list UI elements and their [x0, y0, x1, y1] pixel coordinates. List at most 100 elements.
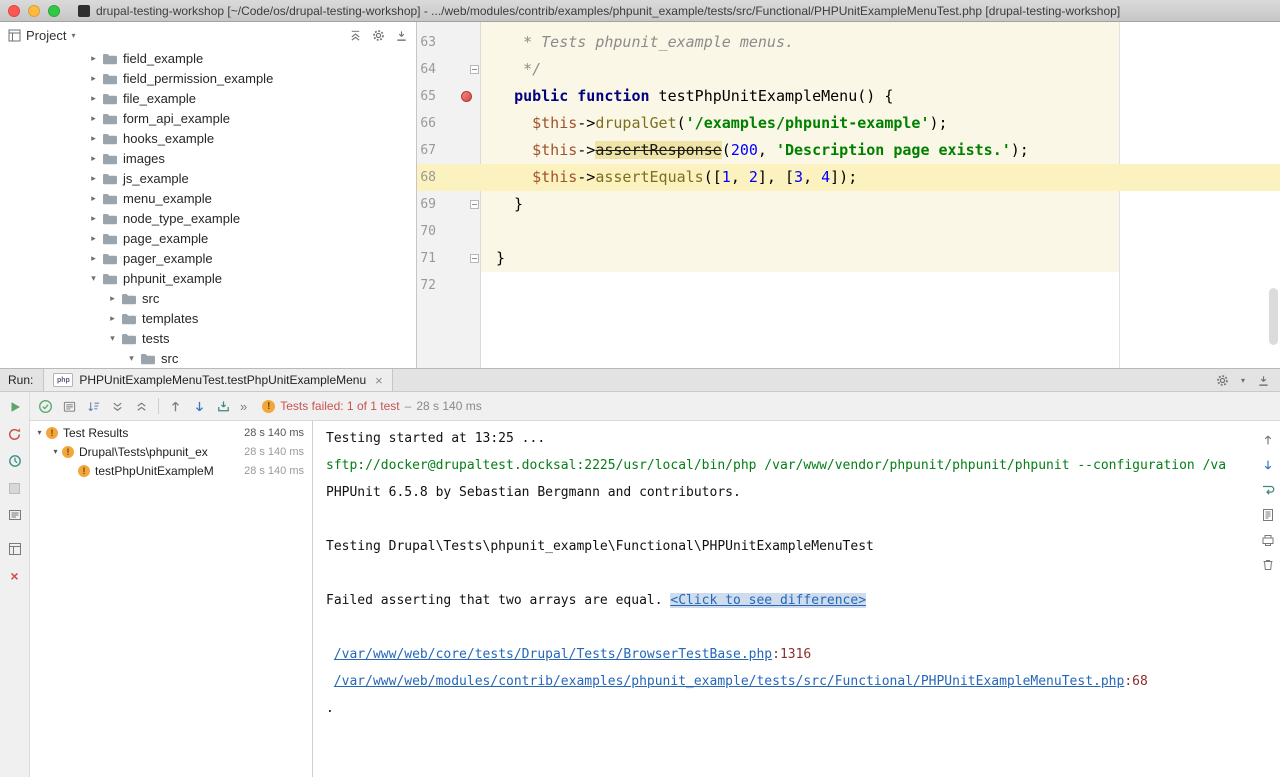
test-failed-gutter-icon[interactable]	[461, 91, 472, 102]
collapse-all-icon[interactable]	[349, 29, 362, 42]
project-tree-item[interactable]: ▸hooks_example	[0, 128, 416, 148]
chevron-right-icon[interactable]: ▸	[88, 253, 99, 264]
title-bar[interactable]: drupal-testing-workshop [~/Code/os/drupa…	[0, 0, 1280, 22]
fold-marker-icon[interactable]	[470, 254, 479, 263]
import-test-results-button[interactable]	[216, 399, 231, 414]
chevron-down-icon[interactable]: ▾	[107, 333, 118, 344]
project-tree-item[interactable]: ▸src	[0, 288, 416, 308]
project-tree-item[interactable]: ▾tests	[0, 328, 416, 348]
hide-run-panel-icon[interactable]	[1257, 374, 1270, 387]
dump-threads-button[interactable]	[7, 507, 23, 523]
chevron-down-icon[interactable]: ▾	[34, 428, 45, 437]
project-tree-item[interactable]: ▾phpunit_example	[0, 268, 416, 288]
chevron-right-icon[interactable]: ▸	[88, 113, 99, 124]
minimize-window-button[interactable]	[28, 5, 40, 17]
line-number[interactable]: 66	[417, 110, 481, 137]
code-token: 1	[722, 168, 731, 186]
run-tab[interactable]: php PHPUnitExampleMenuTest.testPhpUnitEx…	[43, 369, 392, 391]
previous-failed-test-button[interactable]	[168, 399, 183, 414]
folder-icon	[102, 232, 118, 245]
folder-icon	[102, 252, 118, 265]
project-tree-item[interactable]: ▸node_type_example	[0, 208, 416, 228]
project-tree-item[interactable]: ▸menu_example	[0, 188, 416, 208]
console-file-link[interactable]: /var/www/web/modules/contrib/examples/ph…	[334, 674, 1125, 689]
console-file-link[interactable]: /var/www/web/core/tests/Drupal/Tests/Bro…	[334, 647, 772, 662]
chevron-right-icon[interactable]: ▸	[88, 73, 99, 84]
project-tree-item[interactable]: ▸page_example	[0, 228, 416, 248]
project-header-title[interactable]: Project	[26, 28, 66, 43]
fold-marker-icon[interactable]	[470, 65, 479, 74]
diff-link[interactable]: <Click to see difference>	[670, 593, 866, 608]
line-number[interactable]: 72	[417, 272, 481, 299]
sort-by-duration-toggle[interactable]	[86, 399, 101, 414]
project-tree-item[interactable]: ▸js_example	[0, 168, 416, 188]
show-passed-toggle[interactable]	[38, 399, 53, 414]
run-settings-gear-icon[interactable]	[1216, 374, 1229, 387]
code-token: }	[496, 249, 505, 267]
run-console[interactable]: Testing started at 13:25 ...sftp://docke…	[313, 421, 1280, 777]
chevron-right-icon[interactable]: ▸	[88, 233, 99, 244]
next-failed-test-button[interactable]	[192, 399, 207, 414]
settings-gear-icon[interactable]	[372, 29, 385, 42]
chevron-right-icon[interactable]: ▸	[88, 93, 99, 104]
rerun-button[interactable]	[7, 399, 23, 415]
chevron-right-icon[interactable]: ▸	[88, 193, 99, 204]
stop-button[interactable]	[7, 480, 23, 496]
chevron-right-icon[interactable]: ▸	[88, 133, 99, 144]
line-number[interactable]: 67	[417, 137, 481, 164]
project-tree-item[interactable]: ▸images	[0, 148, 416, 168]
close-window-button[interactable]	[8, 5, 20, 17]
chevron-right-icon[interactable]: ▸	[107, 293, 118, 304]
restore-layout-button[interactable]	[7, 541, 23, 557]
toggle-auto-test-button[interactable]	[7, 453, 23, 469]
line-number[interactable]: 65	[417, 83, 481, 110]
print-console-button[interactable]	[1261, 533, 1275, 547]
code-token: );	[930, 114, 948, 132]
project-tree-item[interactable]: ▸pager_example	[0, 248, 416, 268]
more-actions-icon[interactable]: »	[240, 399, 247, 414]
zoom-window-button[interactable]	[48, 5, 60, 17]
project-tree-item[interactable]: ▸field_example	[0, 48, 416, 68]
line-number[interactable]: 63	[417, 29, 481, 56]
project-tree-item[interactable]: ▾src	[0, 348, 416, 368]
project-tree-item[interactable]: ▸templates	[0, 308, 416, 328]
line-number[interactable]: 71	[417, 245, 481, 272]
project-tree-item[interactable]: ▸form_api_example	[0, 108, 416, 128]
close-tab-icon[interactable]: ×	[375, 374, 383, 387]
scroll-to-end-button[interactable]	[1261, 508, 1275, 522]
chevron-down-icon[interactable]: ▾	[50, 447, 61, 456]
expand-all-button[interactable]	[110, 399, 125, 414]
chevron-right-icon[interactable]: ▸	[88, 53, 99, 64]
project-tree-item[interactable]: ▸file_example	[0, 88, 416, 108]
test-result-item[interactable]: ▾!Drupal\Tests\phpunit_ex28 s 140 ms	[30, 442, 312, 461]
chevron-right-icon[interactable]: ▸	[88, 213, 99, 224]
chevron-right-icon[interactable]: ▸	[107, 313, 118, 324]
rerun-failed-tests-button[interactable]	[7, 426, 23, 442]
chevron-right-icon[interactable]: ▸	[88, 153, 99, 164]
test-result-item[interactable]: !testPhpUnitExampleM28 s 140 ms	[30, 461, 312, 480]
up-stack-trace-button[interactable]	[1261, 433, 1275, 447]
hide-panel-icon[interactable]	[395, 29, 408, 42]
soft-wrap-toggle[interactable]	[1261, 483, 1275, 497]
collapse-all-button[interactable]	[134, 399, 149, 414]
chevron-right-icon[interactable]: ▸	[88, 173, 99, 184]
tool-window-icon[interactable]	[8, 29, 21, 42]
down-stack-trace-button[interactable]	[1261, 458, 1275, 472]
line-number[interactable]: 68	[417, 164, 481, 191]
show-ignored-toggle[interactable]	[62, 399, 77, 414]
editor-scrollbar-thumb[interactable]	[1269, 288, 1278, 345]
chevron-down-icon[interactable]: ▾	[88, 273, 99, 284]
line-number[interactable]: 70	[417, 218, 481, 245]
line-number[interactable]: 64	[417, 56, 481, 83]
chevron-down-icon[interactable]: ▾	[126, 353, 137, 364]
clear-console-button[interactable]	[1261, 558, 1275, 572]
chevron-down-icon[interactable]: ▾	[71, 31, 75, 40]
project-tree-item[interactable]: ▸field_permission_example	[0, 68, 416, 88]
chevron-down-icon[interactable]: ▾	[1241, 376, 1245, 385]
editor[interactable]: 63 * Tests phpunit_example menus.64 */65…	[417, 22, 1280, 368]
close-run-panel-button[interactable]: ×	[7, 568, 23, 584]
line-number[interactable]: 69	[417, 191, 481, 218]
test-result-item[interactable]: ▾!Test Results28 s 140 ms	[30, 423, 312, 442]
code-text: }	[481, 191, 523, 218]
fold-marker-icon[interactable]	[470, 200, 479, 209]
